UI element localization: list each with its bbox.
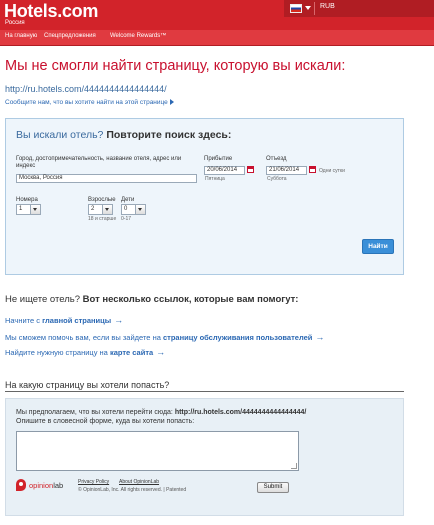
feedback-prompt-line2: Опишите в словесной форме, куда вы хотел… (16, 418, 195, 425)
children-label: Дети (121, 197, 135, 203)
children-hint: 0-17 (121, 216, 132, 222)
chevron-down-icon (30, 205, 40, 214)
page-title: Мы не смогли найти страницу, которую вы … (5, 58, 346, 74)
adults-label: Взрослые (88, 197, 116, 203)
arrow-right-icon: → (114, 315, 124, 325)
resize-grip-icon[interactable] (291, 463, 297, 469)
help-heading: Не ищете отель? Вот несколько ссылок, ко… (5, 294, 298, 305)
find-button[interactable]: Найти (362, 239, 394, 254)
children-value: 0 (124, 206, 128, 212)
help-heading-lead: Не ищете отель? (5, 294, 80, 305)
chevron-down-icon (135, 205, 145, 214)
checkout-day: Суббота (267, 176, 287, 182)
nav-deals[interactable]: Спецпредложения (44, 33, 96, 39)
support-link-bold[interactable]: страницу обслуживания пользователей (163, 333, 312, 342)
requested-url: http://ru.hotels.com/4444444444444444/ (5, 84, 167, 94)
rooms-label: Номера (16, 197, 38, 203)
calendar-icon[interactable] (247, 166, 254, 173)
destination-input[interactable]: Москва, Россия (16, 174, 197, 183)
feedback-prompt-url: http://ru.hotels.com/4444444444444444/ (174, 409, 307, 416)
search-heading: Вы искали отель? Повторите поиск здесь: (16, 129, 231, 141)
sitemap-link-bold[interactable]: карте сайта (110, 348, 153, 357)
home-link[interactable]: Начните с главной страницы → (5, 315, 123, 325)
report-link-label[interactable]: Сообщите нам, что вы хотите найти на это… (5, 99, 168, 106)
search-heading-lead: Вы искали отель? (16, 129, 104, 141)
children-select[interactable]: 0 (121, 204, 146, 215)
opinionlab-brand-a: opinion (29, 481, 54, 490)
main-nav: На главную Спецпредложения Welcome Rewar… (0, 30, 434, 46)
chevron-down-icon[interactable] (305, 6, 311, 10)
opinionlab-logo-icon (16, 479, 26, 491)
nav-rewards[interactable]: Welcome Rewards™ (110, 33, 166, 39)
opinionlab-brand-b: lab (53, 481, 64, 490)
privacy-policy-link[interactable]: Privacy Policy (78, 479, 109, 485)
chevron-down-icon (102, 205, 112, 214)
feedback-textarea[interactable] (16, 431, 299, 471)
destination-label: Город, достопримечательность, название о… (16, 156, 182, 169)
rooms-select[interactable]: 1 (16, 204, 41, 215)
arrow-right-icon (169, 99, 174, 106)
opinionlab-logo: opinionlab (29, 481, 63, 490)
support-link[interactable]: Мы сможем помочь вам, если вы зайдете на… (5, 332, 324, 342)
checkout-input[interactable]: 21/06/2014 (266, 166, 307, 175)
feedback-prompt-lead: Мы предполагаем, что вы хотели перейти с… (16, 409, 173, 416)
locale-bar: RUB (284, 0, 434, 17)
adults-select[interactable]: 2 (88, 204, 113, 215)
search-heading-bold: Повторите поиск здесь: (106, 129, 232, 141)
currency-selector[interactable]: RUB (320, 3, 335, 10)
divider (5, 391, 404, 392)
rooms-value: 1 (19, 206, 23, 212)
logo-region: Россия (5, 20, 25, 26)
feedback-box: Мы предполагаем, что вы хотели перейти с… (5, 398, 404, 516)
home-link-text[interactable]: Начните с (5, 316, 42, 325)
checkin-input[interactable]: 20/06/2014 (204, 166, 245, 175)
adults-value: 2 (91, 206, 95, 212)
sitemap-link[interactable]: Найдите нужную страницу на карте сайта → (5, 347, 165, 357)
help-heading-bold: Вот несколько ссылок, которые вам помогу… (82, 294, 299, 305)
arrow-right-icon: → (156, 347, 166, 357)
submit-button[interactable]: Submit (257, 482, 289, 493)
checkout-label: Отъезд (266, 156, 287, 162)
report-link[interactable]: Сообщите нам, что вы хотите найти на это… (5, 99, 174, 106)
feedback-question: На какую страницу вы хотели попасть? (5, 380, 170, 390)
about-opinionlab-link[interactable]: About OpinionLab (119, 479, 159, 485)
hotels-logo[interactable]: Hotels.com (4, 2, 98, 20)
arrow-right-icon: → (315, 332, 325, 342)
copyright: © OpinionLab, Inc. All rights reserved. … (78, 487, 187, 493)
checkin-day: Пятница (205, 176, 225, 182)
calendar-icon[interactable] (309, 166, 316, 173)
russia-flag-icon[interactable] (290, 4, 302, 13)
checkin-label: Прибытие (204, 156, 233, 162)
feedback-prompt: Мы предполагаем, что вы хотели перейти с… (16, 408, 306, 426)
site-header: Hotels.com Россия RUB (0, 0, 434, 30)
nav-home[interactable]: На главную (5, 33, 37, 39)
support-link-text[interactable]: Мы сможем помочь вам, если вы зайдете на (5, 333, 163, 342)
adults-hint: 18 и старше (88, 216, 117, 222)
nights-count: Одни сутки (319, 168, 345, 174)
home-link-bold[interactable]: главной страницы (42, 316, 111, 325)
sitemap-link-text[interactable]: Найдите нужную страницу на (5, 348, 110, 357)
divider (314, 2, 315, 15)
search-form: Вы искали отель? Повторите поиск здесь: … (5, 118, 404, 275)
